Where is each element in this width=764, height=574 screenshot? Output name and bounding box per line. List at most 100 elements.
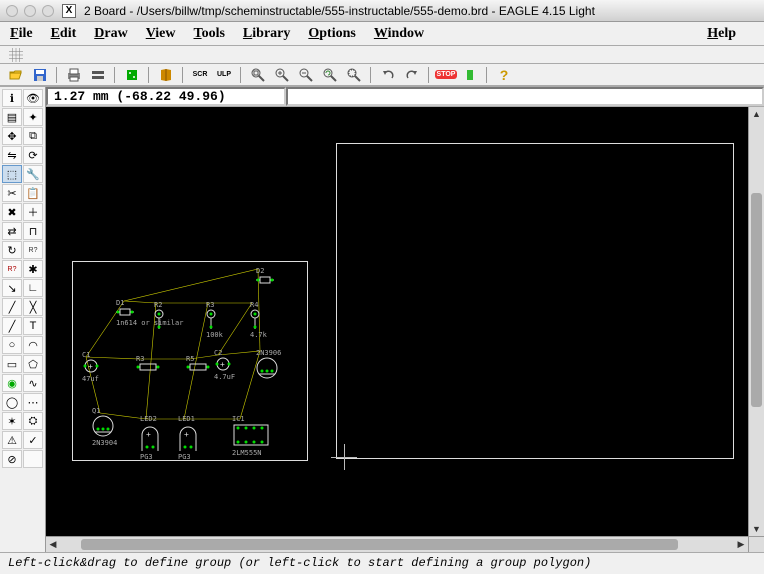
scroll-up-icon[interactable]: ▲: [749, 107, 764, 121]
component-ic1[interactable]: IC12LM555N: [232, 415, 270, 457]
tool-cut[interactable]: ✂: [2, 184, 22, 202]
scroll-thumb-h[interactable]: [81, 539, 678, 550]
window-controls[interactable]: [6, 5, 54, 17]
library-button[interactable]: [156, 66, 176, 84]
help-button[interactable]: ?: [494, 66, 514, 84]
zoom-fit-button[interactable]: [248, 66, 268, 84]
tool-smash[interactable]: ✱: [23, 260, 43, 278]
tool-ratsnest[interactable]: ✶: [2, 412, 22, 430]
tool-rect[interactable]: ▭: [2, 355, 22, 373]
tool-polygon[interactable]: ⬠: [23, 355, 43, 373]
tool-split[interactable]: ↘: [2, 279, 22, 297]
tool-group[interactable]: ⬚: [2, 165, 22, 183]
scroll-down-icon[interactable]: ▼: [749, 522, 764, 536]
menu-edit[interactable]: Edit: [51, 26, 77, 42]
component-r3[interactable]: R3: [136, 355, 160, 373]
tool-mirror[interactable]: ⇋: [2, 146, 22, 164]
tool-drc[interactable]: ✓: [23, 431, 43, 449]
tool-show[interactable]: 👁: [23, 89, 43, 107]
tool-erc[interactable]: ⚠: [2, 431, 22, 449]
tool-mark[interactable]: ✦: [23, 108, 43, 126]
tool-value[interactable]: R?: [2, 260, 22, 278]
zoom-in-button[interactable]: [272, 66, 292, 84]
tool-add[interactable]: ＋: [23, 203, 43, 221]
redo-button[interactable]: [402, 66, 422, 84]
tool-gate[interactable]: ⊓: [23, 222, 43, 240]
svg-text:+: +: [146, 430, 151, 439]
grid-toolbar: [0, 46, 764, 64]
component-d1[interactable]: D11n614 or similar: [116, 299, 183, 327]
tool-auto[interactable]: ⛭: [23, 412, 43, 430]
x11-icon: X: [62, 4, 76, 18]
vertical-scrollbar[interactable]: ▲ ▼: [748, 107, 764, 536]
tool-display[interactable]: ▤: [2, 108, 22, 126]
component-2n3906[interactable]: 2N3906: [256, 349, 281, 381]
undo-button[interactable]: [378, 66, 398, 84]
component-r2[interactable]: R2: [154, 301, 164, 331]
tool-rotate[interactable]: ⟳: [23, 146, 43, 164]
menu-window[interactable]: Window: [374, 26, 424, 42]
component-c1[interactable]: C1+47uf: [82, 351, 100, 383]
tool-delete[interactable]: ✖: [2, 203, 22, 221]
tool-route[interactable]: ╱: [2, 298, 22, 316]
component-r4[interactable]: R44.7k: [250, 301, 267, 339]
go-button[interactable]: [460, 66, 480, 84]
tool-attr[interactable]: ⋯: [23, 393, 43, 411]
tool-hole[interactable]: ◯: [2, 393, 22, 411]
tool-info[interactable]: ℹ: [2, 89, 22, 107]
component-led1[interactable]: LED1+PG3: [178, 415, 198, 461]
print-button[interactable]: [64, 66, 84, 84]
stop-button[interactable]: STOP: [436, 66, 456, 84]
menu-tools[interactable]: Tools: [194, 26, 225, 42]
zoom-redraw-button[interactable]: [320, 66, 340, 84]
menu-draw[interactable]: Draw: [94, 26, 127, 42]
menu-file[interactable]: File: [10, 26, 33, 42]
tool-pinswap[interactable]: ⇄: [2, 222, 22, 240]
component-c2[interactable]: C2+4.7uF: [214, 349, 235, 381]
tool-name[interactable]: R?: [23, 241, 43, 259]
menubar: File Edit Draw View Tools Library Option…: [0, 22, 764, 46]
board-button[interactable]: [122, 66, 142, 84]
tool-via[interactable]: ◉: [2, 374, 22, 392]
scroll-right-icon[interactable]: ▶: [734, 537, 748, 552]
tool-move[interactable]: ✥: [2, 127, 22, 145]
component-r3[interactable]: R3100k: [206, 301, 223, 339]
component-r5[interactable]: R5: [186, 355, 210, 373]
menu-library[interactable]: Library: [243, 26, 290, 42]
tool-copy[interactable]: ⧉: [23, 127, 43, 145]
menu-view[interactable]: View: [146, 26, 176, 42]
scroll-left-icon[interactable]: ◀: [46, 537, 60, 552]
board-canvas[interactable]: D2 D11n614 or similarR2 R3100k R44.7k C1+47u…: [46, 107, 748, 536]
zoom-select-button[interactable]: [344, 66, 364, 84]
menu-options[interactable]: Options: [308, 26, 355, 42]
tool-arc[interactable]: ◠: [23, 336, 43, 354]
open-button[interactable]: [6, 66, 26, 84]
close-window[interactable]: [6, 5, 18, 17]
horizontal-scrollbar[interactable]: ◀ ▶: [46, 536, 748, 552]
component-d2[interactable]: D2: [256, 267, 274, 287]
cam-button[interactable]: [88, 66, 108, 84]
component-q1[interactable]: Q12N3904: [92, 407, 117, 447]
tool-ripup[interactable]: ╳: [23, 298, 43, 316]
tool-change[interactable]: 🔧: [23, 165, 43, 183]
run-button[interactable]: ULP: [214, 66, 234, 84]
tool-text[interactable]: T: [23, 317, 43, 335]
tool-signal[interactable]: ∿: [23, 374, 43, 392]
tool-miter[interactable]: ∟: [23, 279, 43, 297]
canvas-area: 1.27 mm (-68.22 49.96) D2D11n614 or simi…: [46, 87, 764, 552]
command-input[interactable]: [286, 87, 764, 106]
tool-paste[interactable]: 📋: [23, 184, 43, 202]
minimize-window[interactable]: [24, 5, 36, 17]
tool-errors[interactable]: ⊘: [2, 450, 22, 468]
zoom-out-button[interactable]: [296, 66, 316, 84]
tool-wire[interactable]: ╱: [2, 317, 22, 335]
scroll-thumb-v[interactable]: [751, 193, 762, 408]
script-button[interactable]: SCR: [190, 66, 210, 84]
component-led2[interactable]: LED2+PG3: [140, 415, 160, 461]
grid-icon[interactable]: [6, 46, 26, 64]
tool-replace[interactable]: ↻: [2, 241, 22, 259]
menu-help[interactable]: Help: [707, 26, 736, 42]
zoom-window[interactable]: [42, 5, 54, 17]
save-button[interactable]: [30, 66, 50, 84]
tool-circle[interactable]: ○: [2, 336, 22, 354]
